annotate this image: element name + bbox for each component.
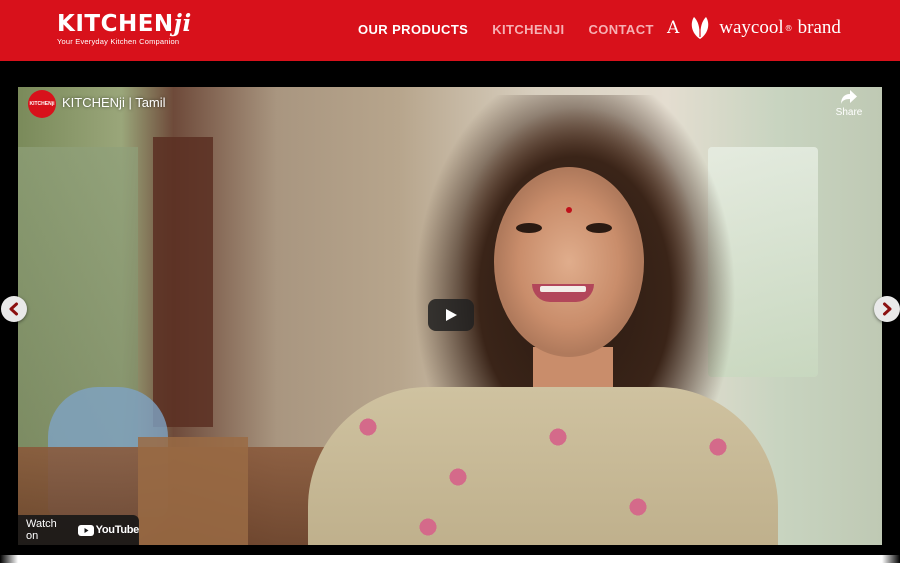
site-header: KITCHENji Your Everyday Kitchen Companio… [0,0,900,61]
brand-name: waycool [719,17,784,38]
watch-on-label: Watch on [26,518,57,542]
watch-on-youtube-button[interactable]: Watch on YouTube [18,515,139,545]
play-icon [446,309,457,321]
section-divider [0,555,900,563]
youtube-video-player[interactable]: KITCHENji KITCHENji | Tamil Share Watch … [18,87,882,545]
logo-text-ji: ji [173,10,192,37]
chevron-right-icon [883,302,892,316]
chevron-left-icon [9,302,18,316]
brand-prefix: A [667,18,680,38]
nav-contact[interactable]: CONTACT [588,22,653,37]
youtube-icon [77,524,94,536]
channel-avatar[interactable]: KITCHENji [28,90,56,118]
carousel-prev-button[interactable] [1,296,27,322]
carousel-next-button[interactable] [874,296,900,322]
nav-kitchenji[interactable]: KITCHENJI [492,22,564,37]
youtube-logo: YouTube [77,524,140,536]
play-button[interactable] [428,299,474,331]
brand-registered: ® [784,23,793,33]
share-icon [841,90,857,104]
brand-suffix: brand [797,17,841,38]
logo-text-main: KITCHEN [57,11,174,37]
main-nav: OUR PRODUCTS KITCHENJI CONTACT [358,22,678,37]
youtube-label: YouTube [95,524,140,536]
leaf-icon [692,17,709,39]
kitchenji-logo[interactable]: KITCHENji Your Everyday Kitchen Companio… [57,10,192,47]
waycool-brand: A waycool ® brand [667,15,841,41]
share-label: Share [835,107,863,118]
share-button[interactable]: Share [834,89,864,118]
video-title[interactable]: KITCHENji | Tamil [62,95,166,110]
logo-tagline: Your Everyday Kitchen Companion [57,37,180,46]
nav-our-products[interactable]: OUR PRODUCTS [358,22,468,37]
